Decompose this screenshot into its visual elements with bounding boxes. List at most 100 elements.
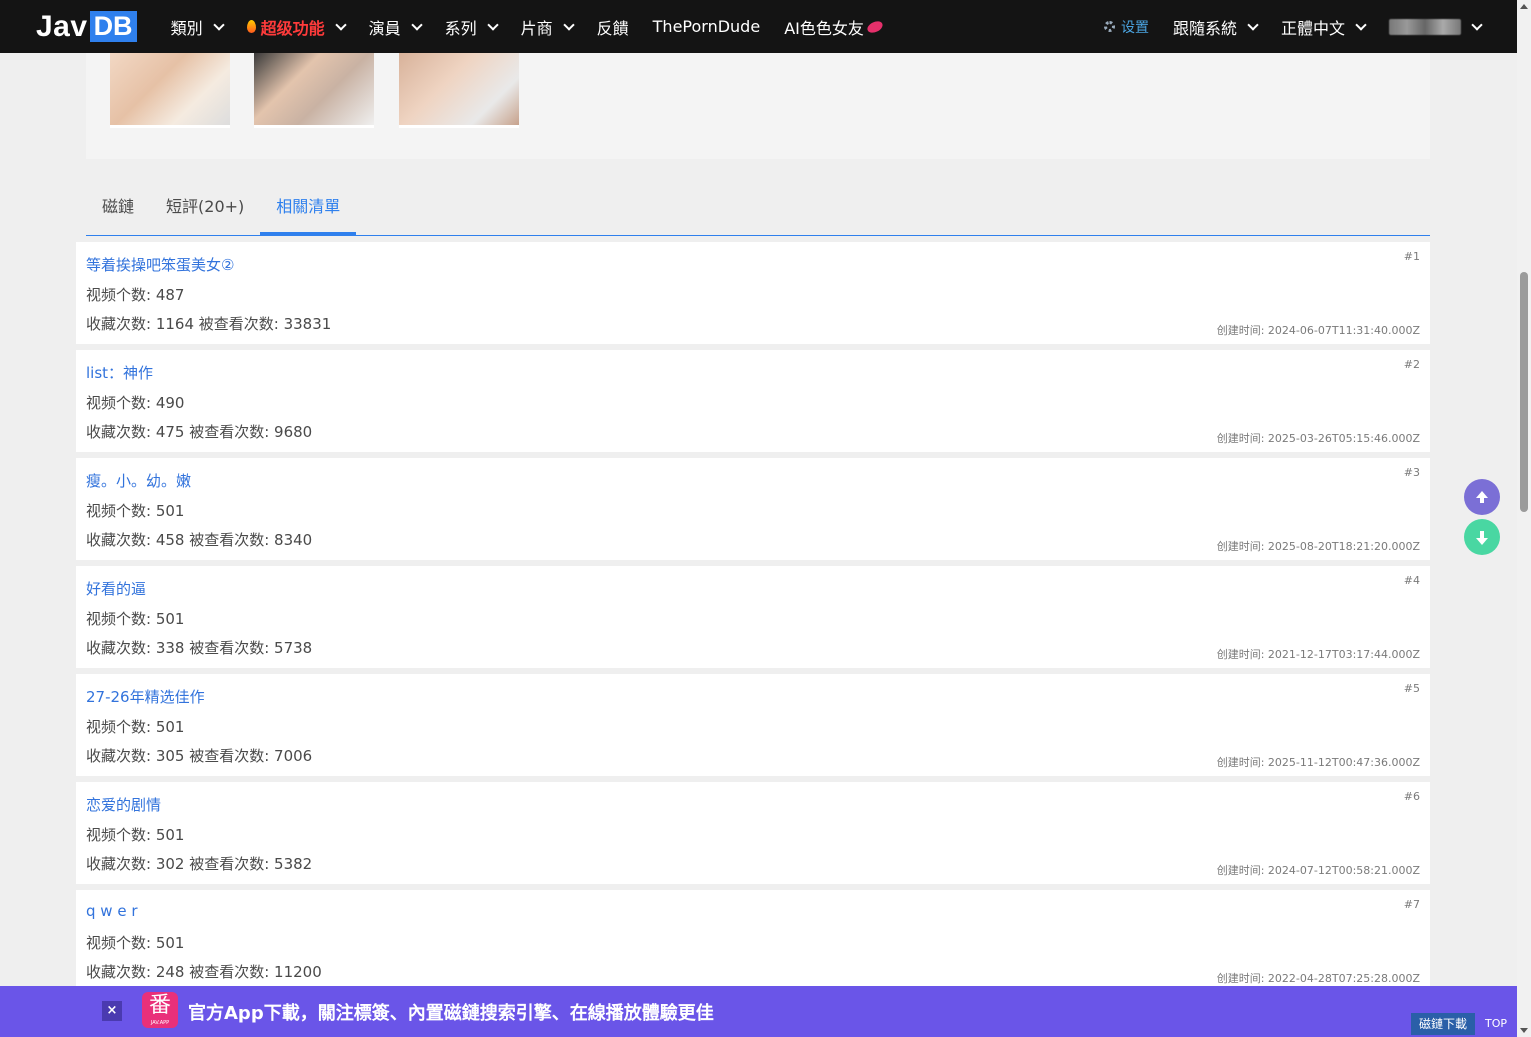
list-title-link[interactable]: 27-26年精选佳作 [86,686,205,707]
chevron-down-icon [562,18,575,31]
arrow-down-icon [1476,530,1488,545]
nav-feedback-label: 反饋 [596,18,629,38]
list-stats: 收藏次数: 475 被查看次数: 9680 [86,423,313,441]
created-time: 创建时间: 2025-03-26T05:15:46.000Z [1216,432,1420,445]
list-item: 恋爱的剧情 视频个数: 501 收藏次数: 302 被查看次数: 5382 #6… [76,782,1430,884]
nav-series-label: 系列 [444,18,477,38]
app-icon: 番 JAV.APP [142,992,178,1028]
language-label: 正體中文 [1280,18,1345,38]
banner-close-button[interactable]: × [102,1001,122,1021]
nav-series[interactable]: 系列 [433,0,509,53]
nav-settings-label: 设置 [1120,19,1149,36]
created-time: 创建时间: 2024-06-07T11:31:40.000Z [1216,324,1420,337]
scrollbar-thumb[interactable] [1520,272,1528,512]
list-title-link[interactable]: 好看的逼 [86,578,146,599]
detail-tabs: 磁鏈 短評(20+) 相關清單 [86,183,1430,236]
list-item: q w e r 视频个数: 501 收藏次数: 248 被查看次数: 11200… [76,890,1430,992]
chevron-down-icon [410,18,423,31]
list-stats: 收藏次数: 248 被查看次数: 11200 [86,963,322,981]
chevron-down-icon [1471,18,1483,31]
preview-thumbnail[interactable] [110,53,230,128]
nav-categories[interactable]: 類別 [159,0,235,53]
javdb-logo[interactable]: Jav DB [36,10,137,43]
list-item: 等着挨操吧笨蛋美女② 视频个数: 487 收藏次数: 1164 被查看次数: 3… [76,242,1430,344]
list-title-link[interactable]: 瘦。小。幼。嫩 [86,470,191,491]
video-count: 视频个数: 501 [86,718,185,736]
list-rank: #2 [1403,358,1420,371]
list-item: 好看的逼 视频个数: 501 收藏次数: 338 被查看次数: 5738 #4 … [76,566,1430,668]
preview-images-panel [86,53,1430,159]
list-rank: #6 [1403,790,1420,803]
nav-user-menu[interactable] [1377,0,1517,53]
arrow-up-icon [1476,490,1488,503]
nav-settings[interactable]: 设置 [1092,0,1161,53]
chevron-down-icon [334,18,347,31]
created-time: 创建时间: 2021-12-17T03:17:44.000Z [1216,648,1420,661]
scroll-down-arrow-icon[interactable] [1520,1028,1528,1033]
video-count: 视频个数: 501 [86,934,185,952]
list-stats: 收藏次数: 1164 被查看次数: 33831 [86,315,332,333]
video-count: 视频个数: 501 [86,610,185,628]
video-count: 视频个数: 501 [86,502,185,520]
tab-related-lists[interactable]: 相關清單 [260,183,357,235]
list-item: 27-26年精选佳作 视频个数: 501 收藏次数: 305 被查看次数: 70… [76,674,1430,776]
list-rank: #7 [1403,898,1420,911]
list-title-link[interactable]: 恋爱的剧情 [86,794,161,815]
logo-db-text: DB [89,11,137,42]
scroll-to-bottom-button[interactable] [1464,519,1500,555]
nav-categories-label: 類別 [170,18,203,38]
list-item: 瘦。小。幼。嫩 视频个数: 501 收藏次数: 458 被查看次数: 8340 … [76,458,1430,560]
magnet-download-button[interactable]: 磁鏈下載 [1411,1013,1475,1035]
list-rank: #5 [1403,682,1420,695]
nav-language[interactable]: 正體中文 [1269,0,1377,53]
banner-text: 官方App下載，關注標簽、內置磁鏈搜索引擎、在線播放體驗更佳 [188,1003,714,1024]
nav-makers[interactable]: 片商 [509,0,585,53]
preview-thumbnail[interactable] [399,53,519,128]
list-item: list：神作 视频个数: 490 收藏次数: 475 被查看次数: 9680 … [76,350,1430,452]
created-time: 创建时间: 2025-08-20T18:21:20.000Z [1216,540,1420,553]
list-title-link[interactable]: q w e r [86,902,138,920]
nav-theporndude[interactable]: ThePornDude [641,0,773,53]
tab-magnets[interactable]: 磁鏈 [86,183,150,235]
nav-ai-girlfriend[interactable]: AI色色女友 [772,0,895,53]
list-stats: 收藏次数: 305 被查看次数: 7006 [86,747,313,765]
nav-super-features[interactable]: 超级功能 [235,0,357,53]
list-stats: 收藏次数: 302 被查看次数: 5382 [86,855,313,873]
chevron-down-icon [212,18,225,31]
nav-theporndude-label: ThePornDude [652,17,761,36]
list-rank: #1 [1403,250,1420,263]
nav-right-group: 设置 跟隨系統 正體中文 [1092,0,1517,53]
video-count: 视频个数: 490 [86,394,185,412]
blurred-username [1389,18,1461,35]
created-time: 创建时间: 2025-11-12T00:47:36.000Z [1216,756,1420,769]
nav-super-features-label: 超级功能 [260,18,325,38]
preview-thumbnail[interactable] [254,53,374,128]
list-title-link[interactable]: list：神作 [86,362,153,383]
chevron-down-icon [1247,18,1259,31]
list-title-link[interactable]: 等着挨操吧笨蛋美女② [86,254,234,275]
nav-ai-girlfriend-label: AI色色女友 [784,18,864,38]
app-icon-glyph: 番 [148,993,171,1018]
tab-reviews[interactable]: 短評(20+) [150,183,260,235]
nav-actors[interactable]: 演員 [357,0,433,53]
created-time: 创建时间: 2022-04-28T07:25:28.000Z [1216,972,1420,985]
scroll-to-top-button[interactable] [1464,479,1500,515]
top-navbar: Jav DB 類別 超级功能 演員 系列 片商 反饋 ThePornDude A… [0,0,1517,53]
chevron-down-icon [1355,18,1367,31]
video-count: 视频个数: 487 [86,286,185,304]
nav-feedback[interactable]: 反饋 [585,0,641,53]
top-button[interactable]: TOP [1478,1013,1514,1035]
gear-icon [1103,21,1115,32]
created-time: 创建时间: 2024-07-12T00:58:21.000Z [1216,864,1420,877]
app-download-banner[interactable]: × 番 JAV.APP 官方App下載，關注標簽、內置磁鏈搜索引擎、在線播放體驗… [0,986,1517,1037]
app-icon-subtext: JAV.APP [150,1020,170,1026]
nav-makers-label: 片商 [520,18,553,38]
related-lists: 等着挨操吧笨蛋美女② 视频个数: 487 收藏次数: 1164 被查看次数: 3… [76,242,1430,998]
page-scrollbar[interactable] [1517,0,1531,1037]
list-stats: 收藏次数: 458 被查看次数: 8340 [86,531,313,549]
flame-icon [246,20,256,33]
scroll-up-arrow-icon[interactable] [1520,4,1528,9]
list-rank: #3 [1403,466,1420,479]
list-stats: 收藏次数: 338 被查看次数: 5738 [86,639,313,657]
nav-theme-follow-system[interactable]: 跟隨系統 [1161,0,1269,53]
